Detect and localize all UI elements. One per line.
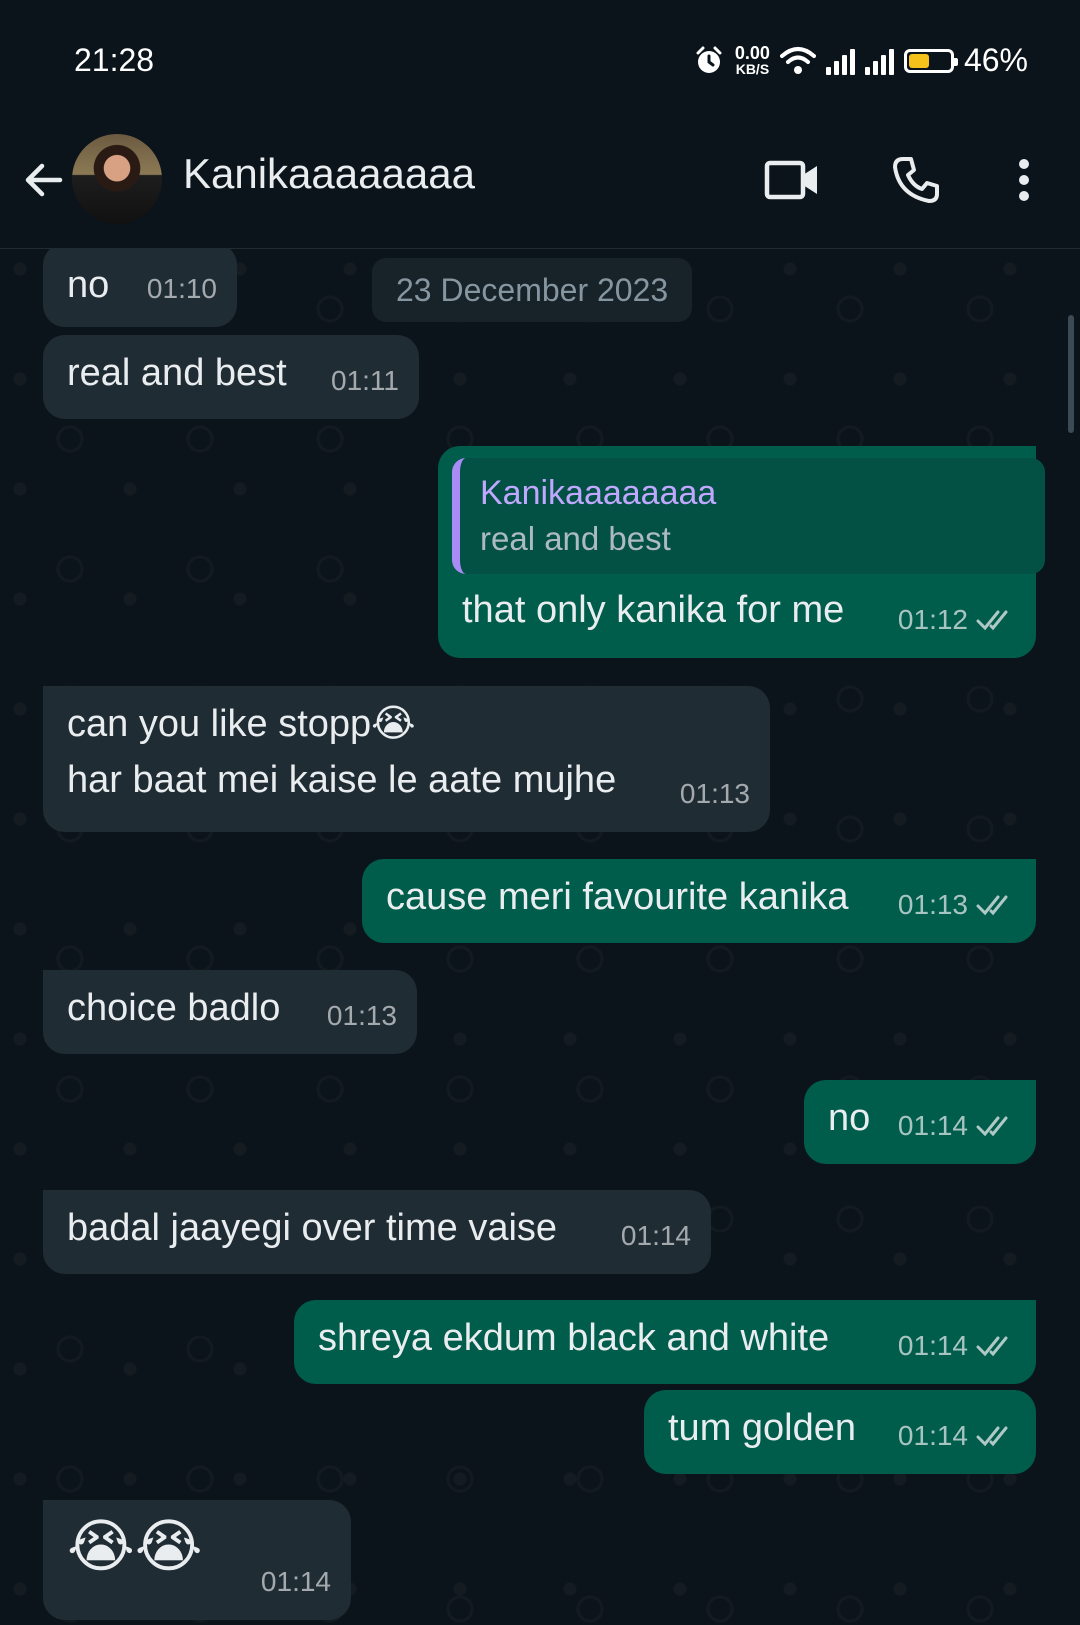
video-call-icon xyxy=(764,160,817,200)
message-outgoing[interactable]: no 01:14 xyxy=(804,1080,1036,1164)
message-text: tum golden xyxy=(668,1407,857,1449)
message-time: 01:13 xyxy=(897,889,968,920)
message-text: 😭😭 xyxy=(67,1512,203,1580)
message-time: 01:11 xyxy=(331,365,399,396)
message-outgoing[interactable]: tum golden 01:14 xyxy=(644,1390,1036,1474)
message-meta: 01:13 xyxy=(898,877,1016,933)
signal-icon xyxy=(864,47,894,75)
message-text: real and best xyxy=(67,352,287,394)
message-list[interactable]: 23 December 2023 no 01:10 real and best … xyxy=(0,249,1080,1625)
message-meta: 01:12 xyxy=(898,592,1016,648)
message-meta: 01:14 xyxy=(898,1408,1016,1464)
quoted-sender: Kanikaaaaaaaa xyxy=(480,474,717,512)
message-text: that only kanika for me xyxy=(462,589,845,631)
message-meta: 01:13 xyxy=(680,766,750,822)
more-options-button[interactable] xyxy=(992,148,1056,212)
double-check-icon xyxy=(976,1336,1008,1357)
signal-icon xyxy=(825,47,855,75)
net-speed-value: 0.00 xyxy=(734,42,770,63)
back-arrow-icon[interactable] xyxy=(20,156,68,204)
message-time: 01:14 xyxy=(897,1110,968,1141)
quoted-message[interactable]: Kanikaaaaaaaa real and best xyxy=(452,458,1045,574)
battery-percent: 46% xyxy=(963,42,1028,78)
voice-call-icon xyxy=(893,157,939,203)
message-outgoing[interactable]: Kanikaaaaaaaa real and best that only ka… xyxy=(438,446,1045,658)
message-text: shreya ekdum black and white xyxy=(318,1317,830,1359)
message-time: 01:14 xyxy=(897,1330,968,1361)
net-speed-unit: KB/S xyxy=(735,60,770,77)
status-icons: 0.00 KB/S 46% xyxy=(693,42,1028,79)
message-incoming[interactable]: no 01:10 xyxy=(43,249,237,327)
alarm-icon xyxy=(696,46,722,73)
message-text: cause meri favourite kanika xyxy=(386,876,849,918)
message-text: no xyxy=(828,1097,871,1139)
net-speed: 0.00 KB/S xyxy=(734,42,770,77)
double-check-icon xyxy=(976,1116,1008,1137)
message-incoming[interactable]: choice badlo 01:13 xyxy=(43,970,417,1054)
message-text: choice badlo xyxy=(67,987,281,1029)
battery-icon xyxy=(903,48,958,73)
chat-header: Kanikaaaaaaaa xyxy=(0,120,1080,249)
message-incoming[interactable]: real and best 01:11 xyxy=(43,335,419,419)
message-meta: 01:14 xyxy=(898,1318,1016,1374)
date-separator: 23 December 2023 xyxy=(372,258,693,322)
more-options-icon xyxy=(1019,159,1029,201)
quoted-text: real and best xyxy=(480,520,671,557)
message-meta: 01:13 xyxy=(327,988,397,1044)
message-time: 01:14 xyxy=(260,1566,331,1597)
scrollbar[interactable] xyxy=(1068,315,1074,433)
status-bar: 21:28 0.00 KB/S 46% xyxy=(0,0,1080,120)
avatar[interactable] xyxy=(72,134,162,224)
message-incoming[interactable]: can you like stopp😭 har baat mei kaise l… xyxy=(43,686,770,832)
message-outgoing[interactable]: cause meri favourite kanika 01:13 xyxy=(362,859,1036,943)
message-time: 01:10 xyxy=(146,273,217,304)
message-time: 01:12 xyxy=(897,604,968,635)
message-time: 01:13 xyxy=(326,1000,397,1031)
message-text: can you like stopp😭 har baat mei kaise l… xyxy=(67,703,617,801)
message-meta: 01:11 xyxy=(331,353,399,409)
message-meta: 01:14 xyxy=(261,1554,331,1610)
message-time: 01:13 xyxy=(679,778,750,809)
message-text: badal jaayegi over time vaise xyxy=(67,1207,558,1249)
contact-name[interactable]: Kanikaaaaaaaa xyxy=(183,150,475,198)
voice-call-button[interactable] xyxy=(884,148,948,212)
battery-level xyxy=(908,53,930,68)
message-incoming[interactable]: 😭😭 01:14 xyxy=(43,1500,351,1620)
message-time: 01:14 xyxy=(620,1220,691,1251)
double-check-icon xyxy=(976,895,1008,916)
status-time: 21:28 xyxy=(74,42,155,78)
message-meta: 01:14 xyxy=(621,1208,691,1264)
video-call-button[interactable] xyxy=(760,148,824,212)
message-time: 01:14 xyxy=(897,1420,968,1451)
message-text: no xyxy=(67,264,110,306)
message-meta: 01:14 xyxy=(898,1098,1016,1154)
wifi-icon xyxy=(779,46,816,74)
message-meta: 01:10 xyxy=(147,261,217,317)
message-outgoing[interactable]: shreya ekdum black and white 01:14 xyxy=(294,1300,1036,1384)
double-check-icon xyxy=(976,610,1008,631)
double-check-icon xyxy=(976,1426,1008,1447)
message-incoming[interactable]: badal jaayegi over time vaise 01:14 xyxy=(43,1190,711,1274)
